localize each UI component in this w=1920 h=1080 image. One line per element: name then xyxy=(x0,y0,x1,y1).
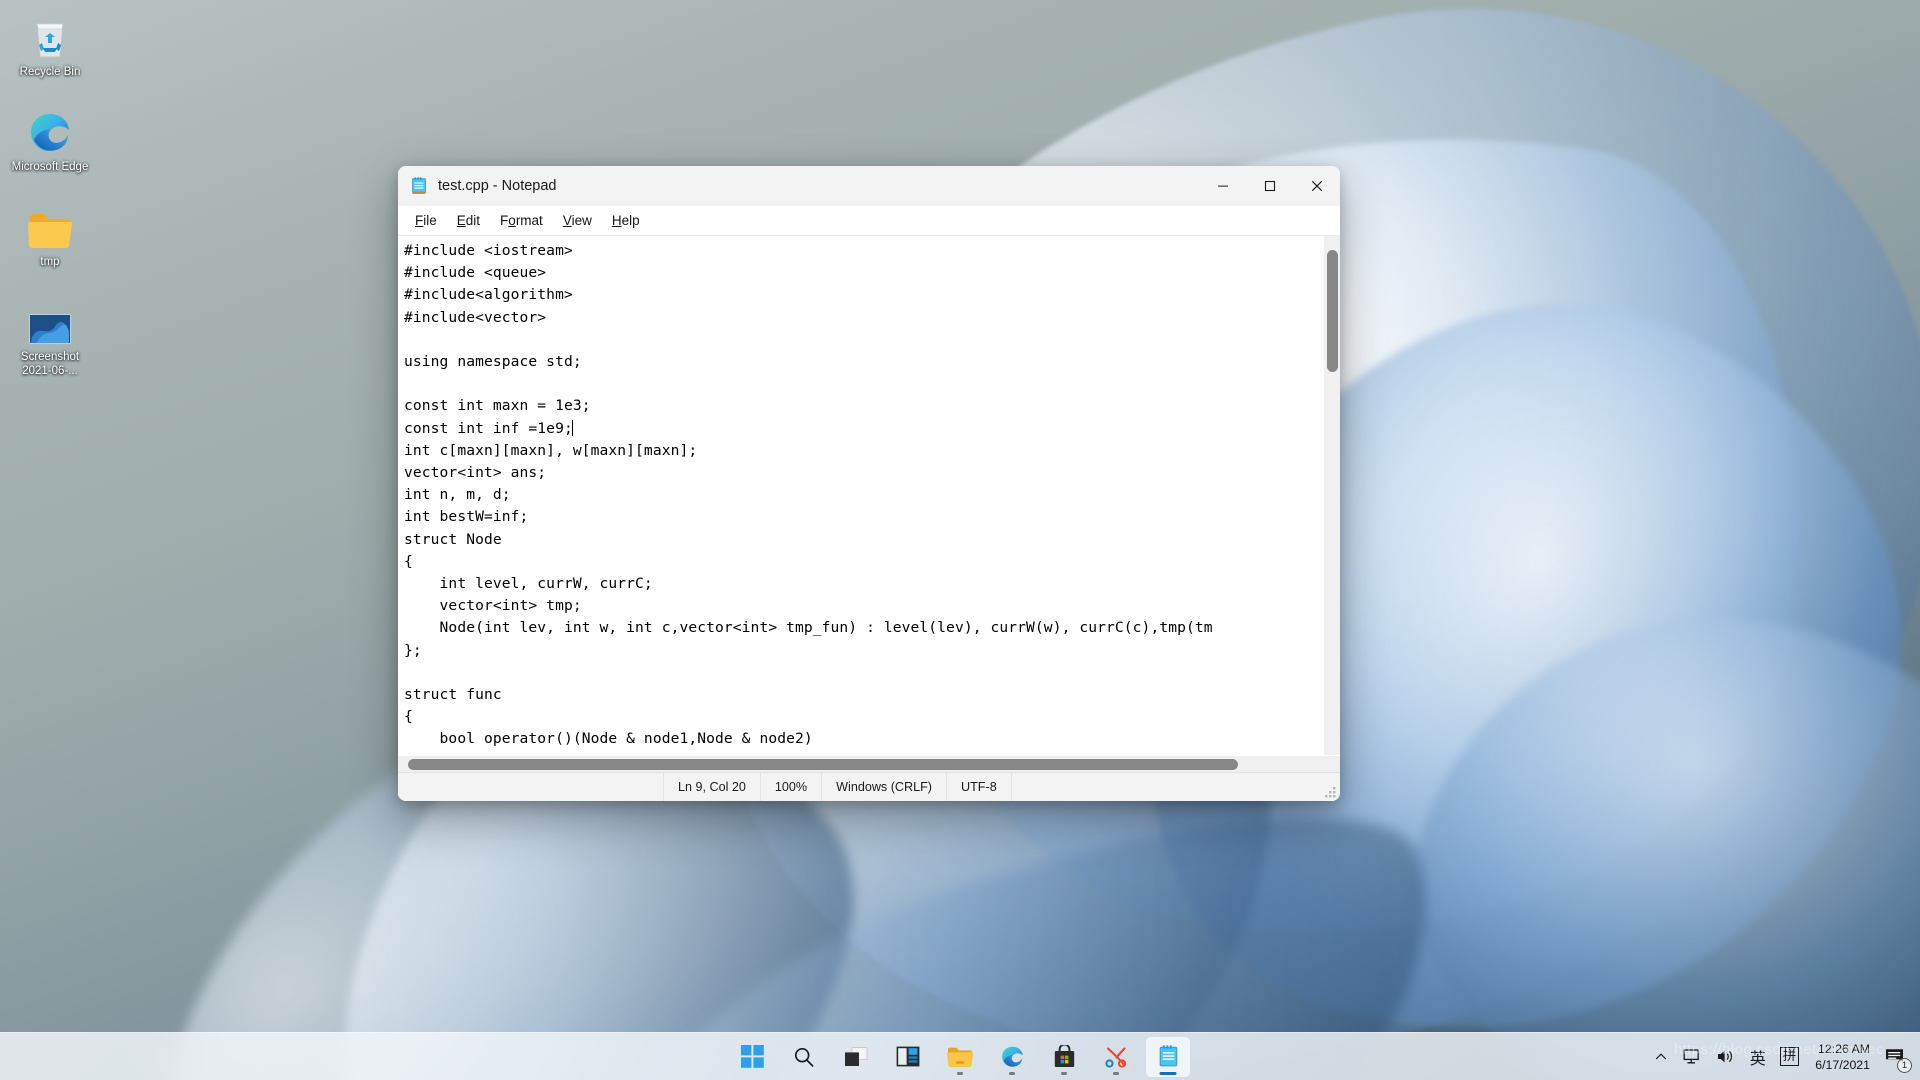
menu-item-format[interactable]: Format xyxy=(490,210,553,231)
notepad-icon xyxy=(412,177,426,194)
tray-show-hidden-icons-button[interactable] xyxy=(1648,1037,1674,1077)
window-title: test.cpp - Notepad xyxy=(438,178,557,194)
desktop-icon-label: Screenshot 2021-06-... xyxy=(20,351,80,377)
taskbar-task-view-button[interactable] xyxy=(834,1037,878,1077)
widgets-icon xyxy=(896,1046,920,1067)
clock-date: 6/17/2021 xyxy=(1815,1057,1870,1072)
ime-language-label: 英 xyxy=(1749,1048,1766,1068)
notepad-icon xyxy=(1159,1045,1177,1067)
edge-icon xyxy=(1001,1046,1023,1067)
code-text[interactable]: #include <iostream> #include <queue> #in… xyxy=(404,240,1323,755)
tray-ime-language-button[interactable]: 英 xyxy=(1744,1037,1772,1077)
task-view-icon xyxy=(845,1046,868,1066)
recycle-bin-icon xyxy=(4,8,96,60)
resize-grip[interactable] xyxy=(1324,786,1337,799)
notification-badge: 1 xyxy=(1897,1057,1912,1073)
notification-center-button[interactable]: 1 xyxy=(1880,1037,1914,1077)
status-zoom-level[interactable]: 100% xyxy=(761,772,823,801)
editor-area[interactable]: #include <iostream> #include <queue> #in… xyxy=(398,236,1340,755)
horizontal-scrollbar-thumb[interactable] xyxy=(408,759,1238,770)
status-line-ending[interactable]: Windows (CRLF) xyxy=(822,772,948,801)
running-indicator xyxy=(1061,1071,1067,1075)
tray-network-button[interactable] xyxy=(1676,1037,1708,1077)
menu-item-help[interactable]: Help xyxy=(602,210,650,231)
scissors-icon xyxy=(1105,1046,1127,1068)
image-thumbnail-icon xyxy=(4,293,96,345)
status-bar: Ln 9, Col 20 100% Windows (CRLF) UTF-8 xyxy=(398,772,1340,801)
running-indicator xyxy=(1009,1071,1015,1075)
notepad-window[interactable]: test.cpp - Notepad File Edit Format View… xyxy=(398,166,1340,801)
status-encoding[interactable]: UTF-8 xyxy=(947,772,1012,801)
menu-item-view[interactable]: View xyxy=(553,210,602,231)
taskbar-notepad-button[interactable] xyxy=(1146,1036,1190,1077)
close-button[interactable] xyxy=(1293,166,1340,206)
taskbar-start-button[interactable] xyxy=(730,1037,774,1077)
clock[interactable]: 12:26 AM 6/17/2021 xyxy=(1807,1041,1878,1073)
status-bar-spacer xyxy=(398,772,664,801)
running-indicator xyxy=(957,1071,963,1075)
ime-mode-label: 拼 xyxy=(1779,1047,1800,1066)
desktop[interactable]: Recycle Bin Microsoft Edge tmp Screensho… xyxy=(0,0,1920,1080)
system-tray: 英 拼 12:26 AM 6/17/2021 1 xyxy=(1648,1033,1914,1080)
horizontal-scrollbar[interactable] xyxy=(398,755,1340,772)
window-titlebar[interactable]: test.cpp - Notepad xyxy=(398,166,1340,206)
desktop-icon-microsoft-edge[interactable]: Microsoft Edge xyxy=(4,103,96,174)
tray-volume-button[interactable] xyxy=(1710,1037,1742,1077)
menu-item-edit[interactable]: Edit xyxy=(447,210,490,231)
folder-icon xyxy=(4,198,96,250)
minimize-button[interactable] xyxy=(1199,166,1246,206)
menu-bar: File Edit Format View Help xyxy=(398,206,1340,236)
taskbar-buttons xyxy=(730,1036,1190,1077)
taskbar-edge-button[interactable] xyxy=(990,1037,1034,1077)
taskbar-search-button[interactable] xyxy=(782,1037,826,1077)
chevron-up-icon xyxy=(1655,1052,1666,1059)
desktop-icon-screenshot-file[interactable]: Screenshot 2021-06-... xyxy=(4,293,96,378)
maximize-button[interactable] xyxy=(1246,166,1293,206)
desktop-icon-list: Recycle Bin Microsoft Edge tmp Screensho… xyxy=(4,8,100,402)
windows-start-icon xyxy=(740,1045,764,1068)
desktop-icon-label: tmp xyxy=(40,256,60,268)
vertical-scrollbar-thumb[interactable] xyxy=(1327,250,1338,372)
speaker-icon xyxy=(1717,1050,1732,1063)
network-icon xyxy=(1683,1049,1699,1064)
window-controls xyxy=(1199,166,1340,206)
edge-icon xyxy=(4,103,96,155)
desktop-icon-label: Recycle Bin xyxy=(19,66,81,78)
text-caret xyxy=(571,419,573,436)
running-indicator-active xyxy=(1159,1071,1177,1075)
taskbar-microsoft-store-button[interactable] xyxy=(1042,1037,1086,1077)
taskbar-snipping-tool-button[interactable] xyxy=(1094,1037,1138,1077)
taskbar-file-explorer-button[interactable] xyxy=(938,1037,982,1077)
tray-ime-mode-button[interactable]: 拼 xyxy=(1774,1037,1806,1077)
status-cursor-position[interactable]: Ln 9, Col 20 xyxy=(664,772,761,801)
desktop-icon-label: Microsoft Edge xyxy=(11,161,89,173)
desktop-icon-recycle-bin[interactable]: Recycle Bin xyxy=(4,8,96,79)
text-surface[interactable]: #include <iostream> #include <queue> #in… xyxy=(398,236,1323,755)
desktop-icon-tmp-folder[interactable]: tmp xyxy=(4,198,96,269)
search-icon xyxy=(794,1047,814,1067)
running-indicator xyxy=(1113,1071,1119,1075)
microsoft-store-icon xyxy=(1054,1045,1074,1067)
taskbar[interactable]: 英 拼 12:26 AM 6/17/2021 1 xyxy=(0,1032,1920,1080)
taskbar-widgets-button[interactable] xyxy=(886,1037,930,1077)
clock-time: 12:26 AM xyxy=(1818,1041,1870,1056)
vertical-scrollbar[interactable] xyxy=(1323,236,1340,755)
wallpaper-petal xyxy=(1363,548,1920,1080)
menu-item-file[interactable]: File xyxy=(405,210,447,231)
folder-icon xyxy=(947,1047,973,1067)
